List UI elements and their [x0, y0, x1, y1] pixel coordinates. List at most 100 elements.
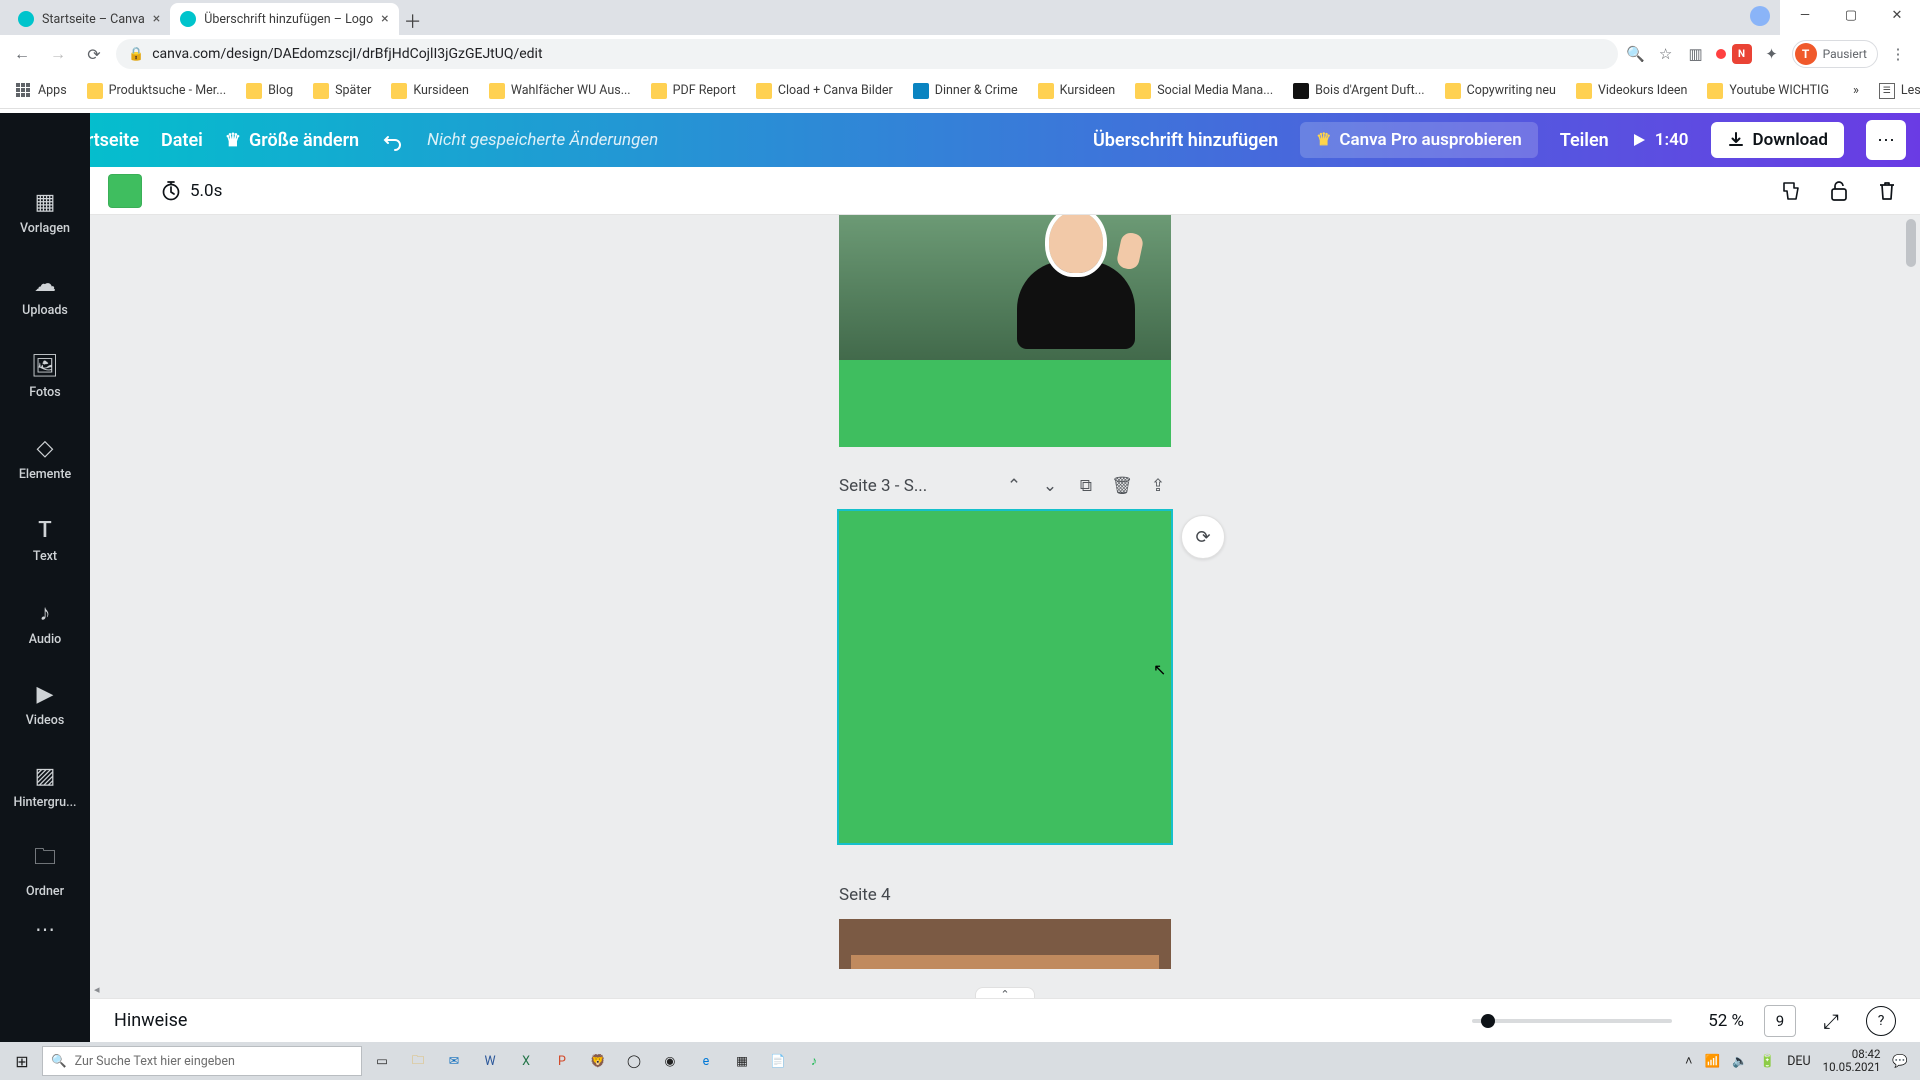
- page-title[interactable]: Seite 3 - S...: [839, 476, 927, 496]
- document-title[interactable]: Überschrift hinzufügen: [1093, 130, 1278, 151]
- page-count-badge[interactable]: 9: [1764, 1005, 1796, 1037]
- excel-icon[interactable]: X: [510, 1045, 542, 1077]
- zoom-icon[interactable]: 🔍: [1626, 44, 1646, 64]
- page-4-thumbnail[interactable]: [839, 919, 1171, 969]
- close-icon[interactable]: ×: [381, 11, 388, 27]
- bookmark-item[interactable]: Social Media Mana...: [1127, 79, 1281, 103]
- bookmark-item[interactable]: Blog: [238, 79, 301, 103]
- browser-tab-1[interactable]: Überschrift hinzufügen – Logo ×: [170, 3, 398, 35]
- sidebar-item-text[interactable]: TText: [0, 501, 90, 581]
- app-icon[interactable]: ▦: [726, 1045, 758, 1077]
- qr-icon[interactable]: ▥: [1686, 44, 1706, 64]
- bookmark-item[interactable]: PDF Report: [643, 79, 744, 103]
- sidebar-item-photos[interactable]: 🖼Fotos: [0, 337, 90, 417]
- reload-button[interactable]: ⟳: [80, 40, 108, 68]
- bookmark-overflow[interactable]: »: [1845, 79, 1867, 102]
- forward-button[interactable]: →: [44, 40, 72, 68]
- help-icon[interactable]: ?: [1866, 1006, 1896, 1036]
- notepad-icon[interactable]: 📄: [762, 1045, 794, 1077]
- play-button[interactable]: 1:40: [1631, 130, 1689, 150]
- resize-menu[interactable]: ♛ Größe ändern: [225, 130, 359, 151]
- expand-handle[interactable]: ⌃: [975, 987, 1035, 998]
- sidebar-item-background[interactable]: ▨Hintergru...: [0, 747, 90, 827]
- sidebar-item-folders[interactable]: 🗀Ordner: [0, 829, 90, 909]
- try-pro-button[interactable]: ♛ Canva Pro ausprobieren: [1300, 122, 1538, 158]
- page-title[interactable]: Seite 4: [839, 885, 891, 905]
- move-up-icon[interactable]: ⌃: [1001, 473, 1027, 499]
- browser-tab-0[interactable]: Startseite – Canva ×: [8, 3, 170, 35]
- bookmark-item[interactable]: Videokurs Ideen: [1568, 79, 1695, 103]
- lock-icon[interactable]: [1824, 176, 1854, 206]
- address-bar[interactable]: 🔒 canva.com/design/DAEdomzscjI/drBfjHdCo…: [116, 39, 1618, 69]
- bookmark-item[interactable]: Später: [305, 79, 379, 103]
- battery-icon[interactable]: 🔋: [1760, 1054, 1776, 1069]
- bookmark-item[interactable]: Kursideen: [383, 79, 477, 103]
- color-swatch[interactable]: [108, 174, 142, 208]
- extension-icon[interactable]: N: [1732, 44, 1752, 64]
- edge-icon[interactable]: e: [690, 1045, 722, 1077]
- task-view-icon[interactable]: ▭: [366, 1045, 398, 1077]
- profile-badge[interactable]: T Pausiert: [1792, 40, 1878, 68]
- undo-icon[interactable]: [381, 128, 405, 152]
- sidebar-item-uploads[interactable]: ☁Uploads: [0, 255, 90, 335]
- page-3-canvas[interactable]: [839, 511, 1171, 843]
- add-page-icon[interactable]: ⇪: [1145, 473, 1171, 499]
- close-icon[interactable]: ×: [153, 11, 160, 27]
- refresh-fab[interactable]: ⟳: [1181, 515, 1225, 559]
- new-tab-button[interactable]: ＋: [399, 7, 427, 35]
- spotify-icon[interactable]: ♪: [798, 1045, 830, 1077]
- zoom-slider[interactable]: [1472, 1019, 1672, 1023]
- style-copy-icon[interactable]: [1776, 176, 1806, 206]
- maximize-button[interactable]: ▢: [1828, 0, 1874, 30]
- star-icon[interactable]: ☆: [1656, 44, 1676, 64]
- start-button[interactable]: ⊞: [6, 1045, 38, 1077]
- scroll-left-icon[interactable]: ◂: [94, 983, 100, 996]
- tray-chevron-icon[interactable]: ˄: [1685, 1054, 1692, 1069]
- sidebar-item-templates[interactable]: ▦Vorlagen: [0, 173, 90, 253]
- bookmark-item[interactable]: Bois d'Argent Duft...: [1285, 79, 1432, 103]
- zoom-knob[interactable]: [1481, 1014, 1495, 1028]
- move-down-icon[interactable]: ⌄: [1037, 473, 1063, 499]
- clock[interactable]: 08:42 10.05.2021: [1823, 1048, 1881, 1073]
- bookmark-item[interactable]: Produktsuche - Mer...: [79, 79, 234, 103]
- sidebar-item-elements[interactable]: ◇Elemente: [0, 419, 90, 499]
- extensions-icon[interactable]: ✦: [1762, 44, 1782, 64]
- apps-button[interactable]: Apps: [8, 79, 75, 103]
- page-duration[interactable]: 5.0s: [160, 180, 222, 202]
- notifications-icon[interactable]: 💬: [1892, 1054, 1908, 1069]
- zoom-value[interactable]: 52 %: [1692, 1011, 1744, 1031]
- reading-list-button[interactable]: ☰Leseliste: [1871, 79, 1920, 103]
- language-indicator[interactable]: DEU: [1787, 1054, 1810, 1069]
- volume-icon[interactable]: 🔈: [1732, 1054, 1748, 1069]
- kebab-menu-icon[interactable]: ⋮: [1888, 44, 1908, 64]
- sidebar-item-audio[interactable]: ♪Audio: [0, 583, 90, 663]
- sidebar-more-icon[interactable]: ⋯: [35, 917, 55, 941]
- trash-icon[interactable]: [1872, 176, 1902, 206]
- explorer-icon[interactable]: 🗀: [402, 1045, 434, 1077]
- download-button[interactable]: Download: [1711, 122, 1844, 158]
- scrollbar-thumb[interactable]: [1906, 219, 1916, 267]
- taskbar-search[interactable]: 🔍 Zur Suche Text hier eingeben: [42, 1046, 362, 1076]
- mail-icon[interactable]: ✉: [438, 1045, 470, 1077]
- bookmark-item[interactable]: Copywriting neu: [1437, 79, 1564, 103]
- page-2-thumbnail[interactable]: [839, 215, 1171, 447]
- canvas-area[interactable]: Seite 3 - S... ⌃ ⌄ ⧉ 🗑 ⇪ ⟳ ↖ Seite 4 ⌃ ◂: [90, 215, 1920, 998]
- word-icon[interactable]: W: [474, 1045, 506, 1077]
- chrome-icon[interactable]: ◉: [654, 1045, 686, 1077]
- minimize-button[interactable]: —: [1782, 0, 1828, 30]
- system-tray[interactable]: ˄ 📶 🔈 🔋 DEU 08:42 10.05.2021 💬: [1685, 1048, 1914, 1073]
- obs-icon[interactable]: ◯: [618, 1045, 650, 1077]
- bookmark-item[interactable]: Cload + Canva Bilder: [748, 79, 901, 103]
- vertical-scrollbar[interactable]: [1904, 219, 1918, 982]
- share-button[interactable]: Teilen: [1560, 130, 1609, 151]
- notes-button[interactable]: Hinweise: [114, 1010, 187, 1031]
- fullscreen-icon[interactable]: ⤢: [1816, 1006, 1846, 1036]
- chrome-profile-icon[interactable]: [1750, 6, 1770, 26]
- bookmark-item[interactable]: Wahlfächer WU Aus...: [481, 79, 639, 103]
- delete-page-icon[interactable]: 🗑: [1109, 473, 1135, 499]
- bookmark-item[interactable]: Youtube WICHTIG: [1699, 79, 1837, 103]
- bookmark-item[interactable]: Kursideen: [1030, 79, 1124, 103]
- duplicate-page-icon[interactable]: ⧉: [1073, 473, 1099, 499]
- bookmark-item[interactable]: Dinner & Crime: [905, 79, 1026, 103]
- powerpoint-icon[interactable]: P: [546, 1045, 578, 1077]
